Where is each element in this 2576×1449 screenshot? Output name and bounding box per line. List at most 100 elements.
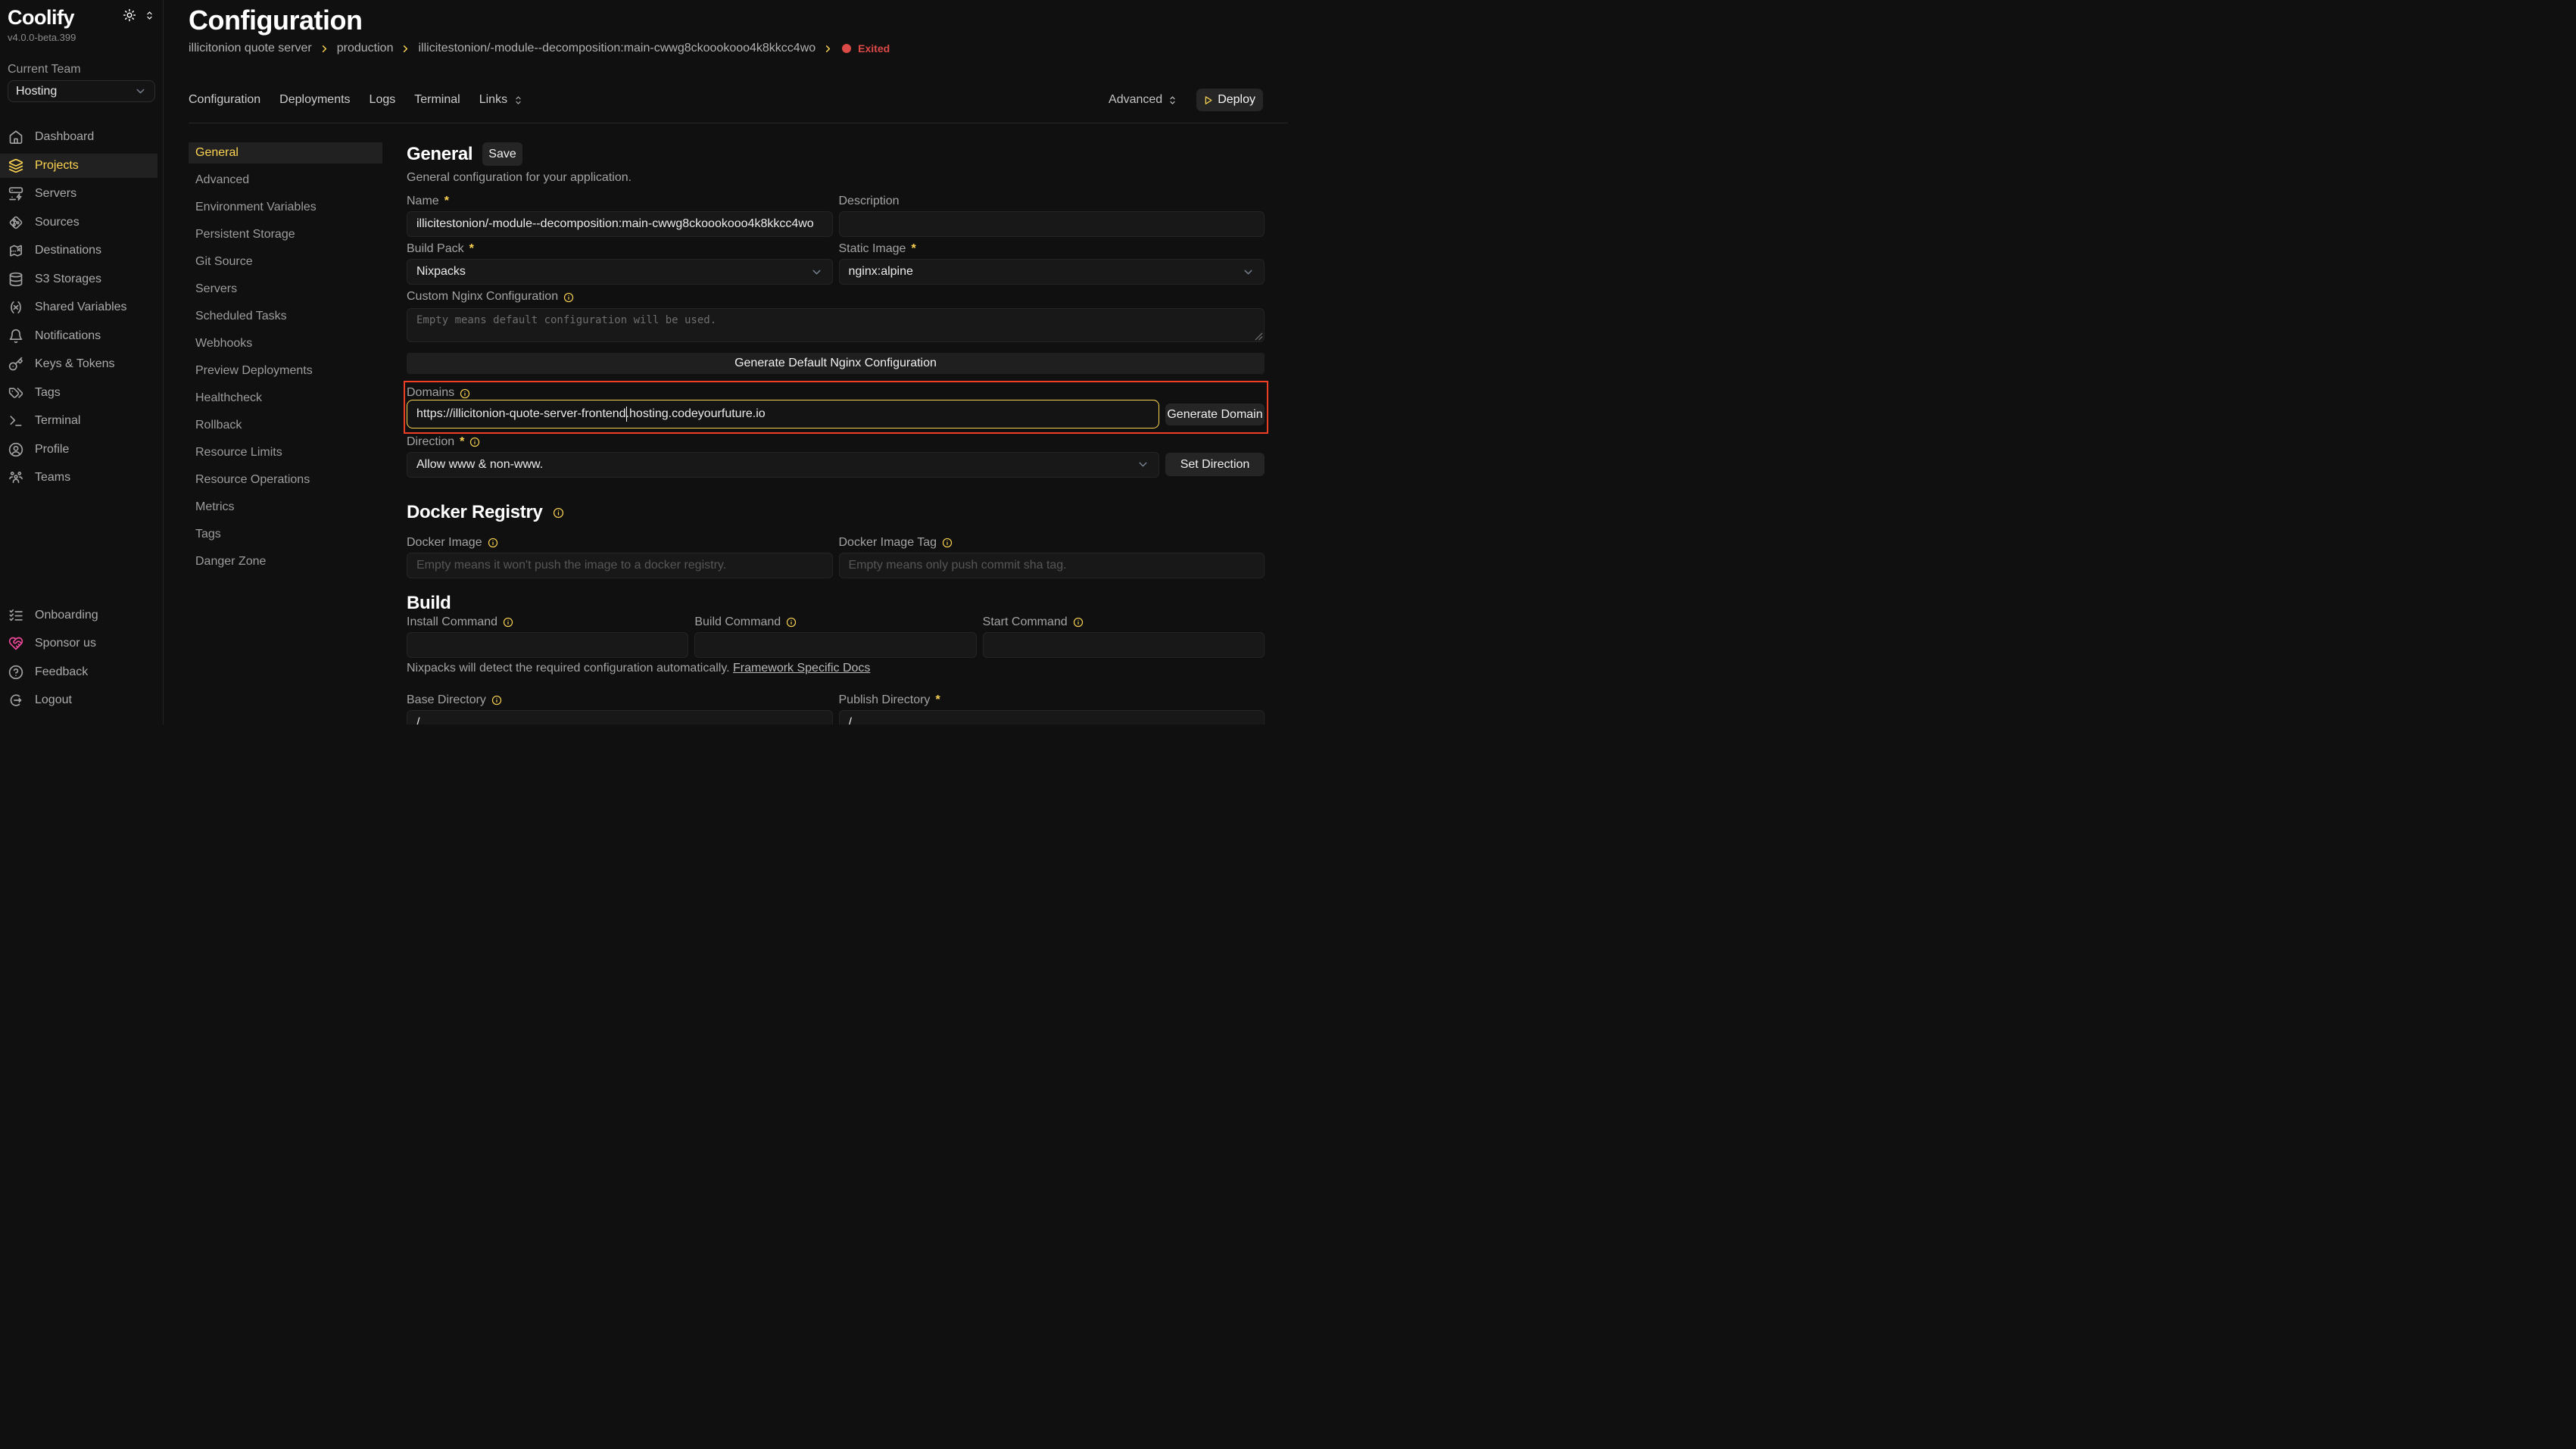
subnav-item-resource-operations[interactable]: Resource Operations (189, 469, 382, 491)
info-icon[interactable] (563, 292, 574, 303)
subnav-item-tags[interactable]: Tags (189, 524, 382, 545)
key-icon (8, 357, 23, 372)
generate-domain-button[interactable]: Generate Domain (1165, 404, 1265, 425)
terminal-icon (8, 413, 23, 428)
theme-toggle-sun-icon[interactable] (123, 8, 136, 22)
build-command-input[interactable] (694, 632, 976, 658)
sidebar-item-servers[interactable]: Servers (0, 182, 163, 207)
subnav-item-danger-zone[interactable]: Danger Zone (189, 551, 382, 572)
subnav-label: Preview Deployments (195, 364, 313, 378)
sidebar-item-tags[interactable]: Tags (0, 381, 163, 405)
subnav-label: Rollback (195, 419, 242, 432)
subnav-item-general[interactable]: General (189, 142, 382, 164)
info-icon[interactable] (460, 388, 470, 399)
deploy-button[interactable]: Deploy (1196, 89, 1263, 111)
chevron-right-icon (319, 43, 330, 55)
nixpacks-helper-text: Nixpacks will detect the required config… (407, 662, 1265, 675)
subnav-item-advanced[interactable]: Advanced (189, 170, 382, 191)
tab-deployments[interactable]: Deployments (279, 93, 350, 107)
sidebar-item-sources[interactable]: Sources (0, 210, 163, 235)
name-input[interactable] (407, 211, 833, 237)
docker-image-label: Docker Image (407, 536, 482, 550)
install-command-input[interactable] (407, 632, 688, 658)
subnav-item-preview-deployments[interactable]: Preview Deployments (189, 360, 382, 382)
subnav-item-healthcheck[interactable]: Healthcheck (189, 388, 382, 409)
description-input[interactable] (839, 211, 1265, 237)
list-checks-icon (8, 608, 23, 623)
subnav-item-resource-limits[interactable]: Resource Limits (189, 442, 382, 463)
sidebar-item-shared-variables[interactable]: Shared Variables (0, 296, 163, 320)
sidebar-item-projects[interactable]: Projects (0, 154, 157, 178)
sidebar-item-teams[interactable]: Teams (0, 466, 163, 491)
info-icon[interactable] (488, 538, 498, 548)
sidebar-item-s3-storages[interactable]: S3 Storages (0, 267, 163, 291)
subnav-item-environment-variables[interactable]: Environment Variables (189, 197, 382, 218)
domains-annotation-box: Domains Generate Domain (404, 381, 1268, 434)
subnav-item-scheduled-tasks[interactable]: Scheduled Tasks (189, 306, 382, 327)
direction-select[interactable]: Allow www & non-www. (407, 452, 1159, 478)
generate-nginx-button[interactable]: Generate Default Nginx Configuration (407, 353, 1265, 374)
subnav-item-persistent-storage[interactable]: Persistent Storage (189, 224, 382, 245)
sidebar-item-destinations[interactable]: Destinations (0, 239, 163, 263)
sidebar-item-label: Destinations (35, 244, 101, 257)
subnav-item-servers[interactable]: Servers (189, 279, 382, 300)
save-button[interactable]: Save (482, 142, 522, 166)
breadcrumb-application[interactable]: illicitestonion/-module--decomposition:m… (418, 42, 816, 55)
map-icon (8, 243, 23, 258)
status-badge: Exited (858, 42, 890, 55)
section-heading-docker-registry: Docker Registry (407, 502, 543, 523)
custom-nginx-textarea[interactable] (407, 308, 1265, 342)
sidebar-item-onboarding[interactable]: Onboarding (0, 603, 163, 628)
info-icon[interactable] (786, 617, 797, 628)
sidebar-item-label: Onboarding (35, 609, 98, 622)
info-icon[interactable] (491, 695, 502, 706)
subnav-item-git-source[interactable]: Git Source (189, 251, 382, 273)
sidebar-item-notifications[interactable]: Notifications (0, 324, 163, 348)
heart-handshake-icon (8, 636, 23, 651)
sidebar-item-feedback[interactable]: Feedback (0, 660, 163, 684)
tab-terminal[interactable]: Terminal (414, 93, 460, 107)
sidebar-item-sponsor-us[interactable]: Sponsor us (0, 632, 163, 656)
subnav-item-webhooks[interactable]: Webhooks (189, 333, 382, 354)
base-directory-input[interactable] (407, 710, 833, 725)
set-direction-button[interactable]: Set Direction (1165, 453, 1265, 476)
info-icon[interactable] (503, 617, 513, 628)
sidebar-item-terminal[interactable]: Terminal (0, 410, 163, 434)
team-select[interactable]: Hosting (8, 80, 155, 102)
sidebar-item-dashboard[interactable]: Dashboard (0, 126, 163, 150)
sidebar-item-label: Sponsor us (35, 637, 96, 650)
sidebar-item-profile[interactable]: Profile (0, 438, 163, 462)
user-circle-icon (8, 442, 23, 457)
chevron-right-icon (822, 43, 834, 55)
sidebar-item-keys-tokens[interactable]: Keys & Tokens (0, 353, 163, 377)
subnav-item-rollback[interactable]: Rollback (189, 415, 382, 436)
build-command-label: Build Command (694, 615, 781, 629)
sidebar-item-logout[interactable]: Logout (0, 689, 163, 713)
tab-configuration[interactable]: Configuration (189, 93, 260, 107)
breadcrumb-environment[interactable]: production (337, 42, 394, 55)
info-icon[interactable] (1073, 617, 1084, 628)
sidebar-bottom-nav: Onboarding Sponsor us Feedback Logout (0, 603, 163, 712)
breadcrumb-project[interactable]: illicitonion quote server (189, 42, 312, 55)
start-command-input[interactable] (983, 632, 1265, 658)
framework-docs-link[interactable]: Framework Specific Docs (733, 662, 870, 675)
sidebar-item-label: Sources (35, 216, 80, 229)
docker-tag-input[interactable] (839, 553, 1265, 578)
subnav-label: Advanced (195, 173, 249, 187)
advanced-menu[interactable]: Advanced (1109, 93, 1178, 107)
info-icon[interactable] (469, 437, 480, 447)
tab-logs[interactable]: Logs (370, 93, 396, 107)
theme-selector-icon[interactable] (144, 10, 155, 21)
subnav-label: Tags (195, 528, 221, 541)
subnav-item-metrics[interactable]: Metrics (189, 497, 382, 518)
static-image-select[interactable]: nginx:alpine (839, 259, 1265, 285)
tab-links[interactable]: Links (479, 93, 524, 107)
info-icon[interactable] (553, 507, 563, 518)
publish-directory-input[interactable] (839, 710, 1265, 725)
docker-image-input[interactable] (407, 553, 833, 578)
domains-input[interactable] (407, 400, 1159, 428)
build-pack-select[interactable]: Nixpacks (407, 259, 833, 285)
info-icon[interactable] (942, 538, 953, 548)
base-directory-label: Base Directory (407, 693, 486, 707)
subnav: General Advanced Environment Variables P… (189, 142, 382, 724)
